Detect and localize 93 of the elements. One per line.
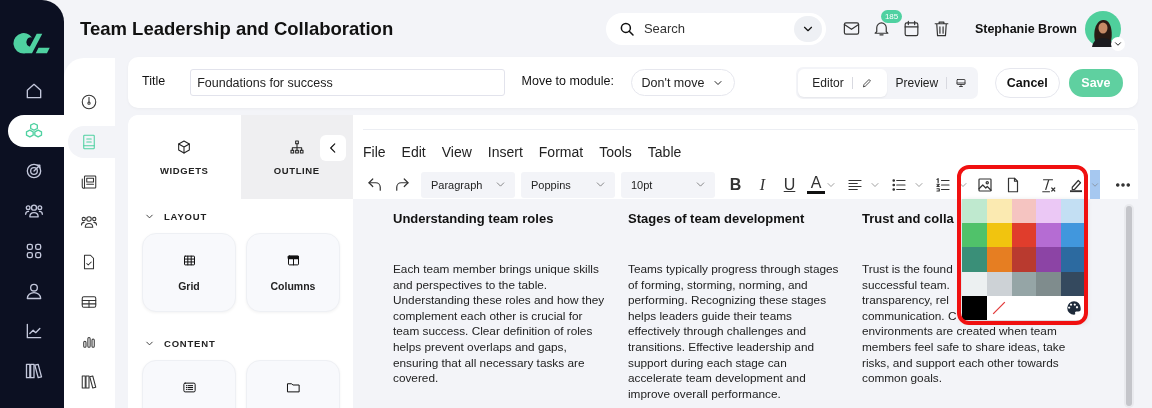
paragraph: Each team member brings unique skills and perspectives to the table. Understanding these roles and how they complement each other is crucial for team success. Clear definition of roles helps prevent overlaps and gaps, ensuring that all necessary tasks are covered.	[393, 262, 605, 387]
color-swatch[interactable]	[962, 295, 987, 320]
color-swatch[interactable]	[1061, 247, 1086, 272]
notification-badge: 185	[880, 10, 903, 23]
person-icon	[24, 281, 44, 301]
avatar[interactable]	[1085, 10, 1121, 47]
paragraph-line: common goals.	[862, 371, 942, 387]
folder-icon	[285, 380, 301, 395]
color-swatch[interactable]	[1011, 223, 1037, 248]
color-swatch[interactable]	[962, 223, 987, 248]
menu-item[interactable]: File	[363, 144, 386, 160]
outline-tab[interactable]: OUTLINE	[240, 115, 353, 199]
color-swatch[interactable]	[962, 271, 987, 296]
color-swatch[interactable]	[1061, 199, 1086, 224]
format-select[interactable]: Poppins	[521, 171, 615, 198]
section-heading: Trust and colla	[862, 211, 954, 226]
newspaper-icon	[80, 173, 98, 191]
preview-tab[interactable]: Preview	[886, 68, 976, 97]
widget-card[interactable]: Grid	[142, 233, 236, 312]
books-icon	[80, 373, 98, 391]
mail-icon[interactable]	[841, 19, 861, 38]
title-field[interactable]: Foundations for success	[190, 69, 505, 96]
sidebar-item[interactable]	[8, 115, 64, 147]
color-swatch[interactable]	[1011, 199, 1037, 224]
menu-item[interactable]: Tools	[599, 144, 632, 160]
columns-icon	[285, 253, 301, 268]
paragraph-line: successful team.	[862, 277, 950, 294]
section-title: CONTENT	[164, 337, 216, 349]
title-label: Title	[142, 73, 166, 88]
grid-icon	[24, 241, 44, 261]
paragraph: Teams typically progress through stages of forming, storming, norming, and performing. Recognizing these stages helps leaders guide their teams effectively through challenges and transitions. Effective leadership and support during each stage can accelerate team development and improve overall performance.	[628, 262, 840, 403]
menu-item[interactable]: View	[441, 144, 472, 160]
color-swatch[interactable]	[1061, 223, 1086, 248]
numbered-list-icon[interactable]	[934, 175, 952, 194]
paragraph-line: risks, and support each other towards	[862, 355, 1059, 372]
color-swatch[interactable]	[986, 199, 1012, 224]
section-title: LAYOUT	[164, 210, 207, 222]
collapse-button[interactable]	[320, 135, 346, 161]
scrollbar[interactable]	[1124, 204, 1134, 408]
move-label: Move to module:	[521, 73, 614, 88]
underline-button[interactable]: U	[776, 175, 803, 194]
home-icon	[24, 81, 44, 101]
cube-icon	[176, 138, 193, 155]
search-field[interactable]: Search	[605, 12, 826, 45]
paragraph-line: environments are created when team	[862, 324, 1057, 340]
color-swatch[interactable]	[1036, 223, 1062, 248]
search-input[interactable]: Search	[641, 20, 794, 37]
image-icon[interactable]	[976, 175, 994, 194]
undo-icon[interactable]	[366, 175, 384, 194]
grid-icon	[181, 253, 197, 268]
paragraph-line: Trust is the found	[862, 262, 953, 278]
hierarchy-icon	[288, 138, 305, 155]
color-swatch[interactable]	[962, 247, 987, 272]
paragraph-line: communication. C	[862, 308, 957, 325]
color-swatch[interactable]	[986, 223, 1012, 248]
table-icon	[80, 293, 98, 311]
user-name: Stephanie Brown	[974, 21, 1077, 36]
color-swatch[interactable]	[1061, 271, 1086, 296]
paragraph-line: transparency, rel	[862, 293, 949, 309]
italic-button[interactable]: I	[749, 175, 776, 194]
section-heading: Understanding team roles	[393, 211, 554, 226]
pencil-icon	[860, 76, 873, 89]
format-select[interactable]: 10pt	[621, 171, 715, 198]
editor-tab[interactable]: Editor	[798, 68, 887, 97]
line-chart-icon	[24, 321, 44, 341]
monitor-icon	[955, 76, 968, 89]
text-color-button[interactable]: A	[807, 175, 825, 194]
palette-icon[interactable]	[1064, 298, 1083, 317]
color-swatch[interactable]	[962, 199, 987, 224]
color-swatch[interactable]	[1011, 247, 1037, 272]
widget-card[interactable]: Columns	[246, 233, 340, 312]
section-heading: Stages of team development	[628, 211, 805, 226]
color-swatch[interactable]	[1036, 199, 1062, 224]
cancel-button[interactable]: Cancel	[994, 67, 1060, 98]
bold-button[interactable]: B	[722, 175, 749, 194]
menu-item[interactable]: Insert	[487, 144, 523, 160]
menu-item[interactable]: Format	[538, 144, 584, 160]
target-icon	[24, 161, 44, 181]
color-swatch[interactable]	[1036, 271, 1062, 296]
books-icon	[24, 361, 44, 381]
account-menu-button[interactable]	[1111, 36, 1125, 51]
book-icon	[80, 133, 98, 151]
menu-item[interactable]: Edit	[401, 144, 426, 160]
menu-item[interactable]: Table	[647, 144, 682, 160]
people-icon	[80, 213, 98, 231]
redo-icon[interactable]	[393, 175, 411, 194]
list-icon	[181, 380, 197, 395]
page-title: Team Leadership and Collaboration	[80, 17, 395, 40]
format-select[interactable]: Paragraph	[421, 171, 515, 198]
gauge-icon	[80, 93, 98, 111]
paragraph-line: members feel safe to share ideas, take	[862, 339, 1066, 356]
color-swatch[interactable]	[1036, 247, 1062, 272]
color-swatch[interactable]	[986, 247, 1012, 272]
